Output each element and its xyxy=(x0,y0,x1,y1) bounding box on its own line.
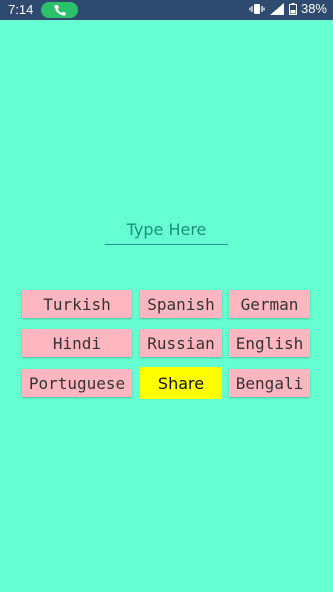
english-button[interactable]: English xyxy=(229,329,310,357)
turkish-button[interactable]: Turkish xyxy=(22,290,132,318)
status-bar: 7:14 38% xyxy=(0,0,333,20)
battery-percent: 38% xyxy=(300,1,327,16)
vibrate-icon xyxy=(249,3,265,15)
hindi-button[interactable]: Hindi xyxy=(22,329,132,357)
signal-icon xyxy=(269,2,285,15)
bengali-button[interactable]: Bengali xyxy=(229,369,310,397)
spanish-button[interactable]: Spanish xyxy=(140,290,222,318)
call-active-icon[interactable] xyxy=(41,2,78,18)
portuguese-button[interactable]: Portuguese xyxy=(22,369,132,397)
share-button[interactable]: Share xyxy=(140,367,222,399)
text-input[interactable] xyxy=(105,217,228,241)
german-button[interactable]: German xyxy=(229,290,310,318)
text-input-container xyxy=(105,217,228,245)
battery-icon xyxy=(288,2,297,15)
russian-button[interactable]: Russian xyxy=(140,329,222,357)
status-time: 7:14 xyxy=(8,2,34,17)
